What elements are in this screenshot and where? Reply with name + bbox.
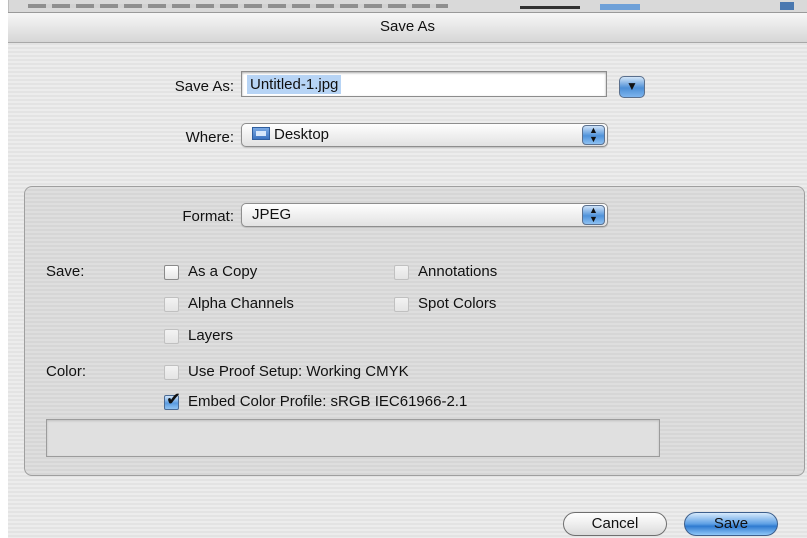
dialog-title: Save As <box>379 18 436 35</box>
layers-checkbox[interactable] <box>164 329 179 344</box>
save-as-label: Save As: <box>174 78 234 95</box>
as-a-copy-label: As a Copy <box>188 263 258 280</box>
format-label: Format: <box>182 208 234 225</box>
popup-arrows-icon: ▲ ▼ <box>582 205 605 225</box>
desktop-folder-icon <box>252 127 270 140</box>
popup-arrows-icon: ▲ ▼ <box>582 125 605 145</box>
as-a-copy-checkbox[interactable] <box>164 265 179 280</box>
embed-color-profile-checkbox[interactable]: ✔ <box>164 389 181 410</box>
format-popup[interactable]: JPEG ▲ ▼ <box>241 203 608 227</box>
use-proof-setup-checkbox[interactable] <box>164 365 179 380</box>
save-button[interactable]: Save <box>684 512 778 536</box>
chevron-down-icon: ▼ <box>626 79 638 93</box>
cancel-button[interactable]: Cancel <box>563 512 667 536</box>
save-as-dialog: Save As Save As: Untitled-1.jpg ▼ Where:… <box>8 12 807 538</box>
checkmark-icon: ✔ <box>166 389 182 409</box>
where-popup[interactable]: Desktop ▲ ▼ <box>241 123 608 147</box>
color-section-label: Color: <box>46 363 87 380</box>
format-value: JPEG <box>252 206 292 223</box>
where-value: Desktop <box>274 126 330 143</box>
filename-value: Untitled-1.jpg <box>247 75 342 94</box>
spot-colors-label: Spot Colors <box>418 295 497 312</box>
expand-dialog-button[interactable]: ▼ <box>619 76 645 98</box>
alpha-channels-label: Alpha Channels <box>188 295 294 312</box>
dialog-titlebar: Save As <box>8 13 807 43</box>
annotations-label: Annotations <box>418 263 498 280</box>
background-window-strip <box>0 0 807 12</box>
message-area <box>46 419 660 457</box>
alpha-channels-checkbox[interactable] <box>164 297 179 312</box>
where-label: Where: <box>185 129 234 146</box>
annotations-checkbox[interactable] <box>394 265 409 280</box>
embed-color-profile-label: Embed Color Profile: sRGB IEC61966-2.1 <box>188 393 468 410</box>
use-proof-setup-label: Use Proof Setup: Working CMYK <box>188 363 409 380</box>
spot-colors-checkbox[interactable] <box>394 297 409 312</box>
layers-label: Layers <box>188 327 234 344</box>
filename-field[interactable]: Untitled-1.jpg <box>241 71 607 97</box>
save-section-label: Save: <box>46 263 85 280</box>
